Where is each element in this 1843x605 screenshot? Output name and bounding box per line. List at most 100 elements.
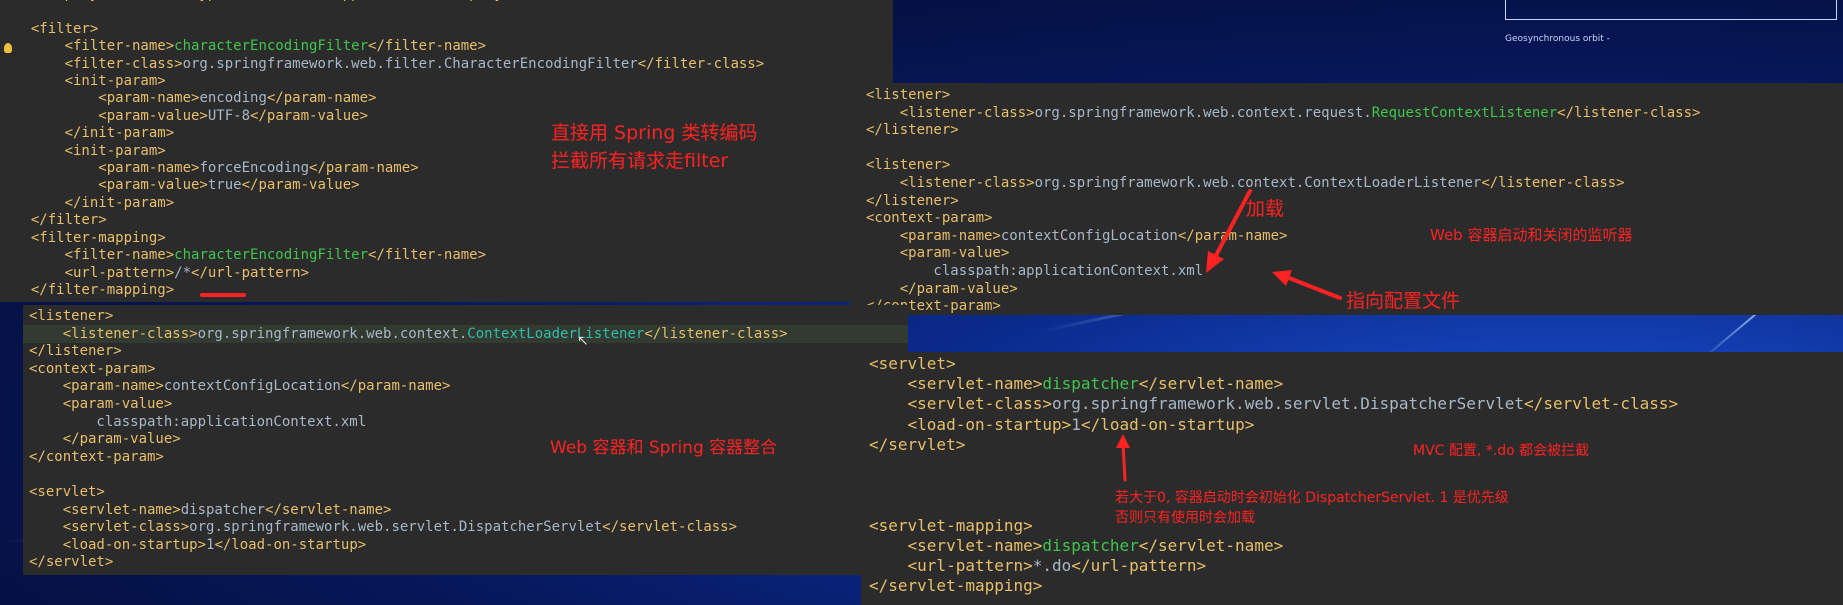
code-line[interactable] [29,466,788,484]
code-token: <param-value> [14,107,208,124]
code-token: </filter-name> [368,247,487,264]
code-line[interactable]: <load-on-startup>1</load-on-startup> [29,537,788,555]
code-line[interactable]: <servlet-name>dispatcher</servlet-name> [869,374,1678,394]
code-token: <servlet-class> [869,394,1053,414]
code-token: <param-value> [14,177,208,194]
editor-panel-filter: <display-name>Archetype Created Web Appl… [0,0,893,302]
code-token: <load-on-startup> [869,414,1072,434]
code-line[interactable]: <servlet> [869,354,1678,374]
code-token: </param-name> [340,378,451,395]
code-token: </servlet> [869,434,966,454]
code-line[interactable]: <listener> [866,157,1700,175]
code-token: classpath:applicationContext.xml [29,413,367,430]
code-token: <context-param> [866,210,993,227]
code-token: <param-name> [29,378,164,395]
code-token: <filter-mapping> [14,229,166,246]
code-line[interactable]: <servlet-name>dispatcher</servlet-name> [869,536,1678,556]
code-token: <filter> [14,20,99,37]
code-token: </servlet-name> [1138,535,1284,555]
code-line[interactable]: <listener-class>org.springframework.web.… [866,175,1700,193]
code-line[interactable]: <servlet-class>org.springframework.web.s… [29,519,788,537]
code-token: </load-on-startup> [214,536,367,553]
code-line[interactable] [14,3,764,20]
code-line[interactable]: <servlet-mapping> [869,516,1678,536]
code-token: </servlet-class> [1524,394,1679,414]
code-line[interactable]: <param-value> [29,396,788,414]
code-line[interactable]: </listener> [866,122,1700,140]
code-line[interactable] [866,140,1700,158]
code-token: <listener-class> [866,104,1035,121]
code-line[interactable]: <filter> [14,21,764,38]
code-token: </param-value> [29,431,181,448]
code-token: <servlet> [869,354,956,373]
code-line[interactable]: <load-on-startup>1</load-on-startup> [869,415,1678,435]
code-token: </listener-class> [1481,174,1625,191]
code-token: <listener> [866,157,951,174]
code-token: <param-name> [14,90,200,107]
code-line[interactable]: <param-value>true</param-value> [14,177,764,194]
code-token: contextConfigLocation [163,378,341,395]
code-token: <filter-name> [14,38,175,55]
code-token: classpath:applicationContext.xml [866,262,1204,279]
code-line[interactable]: <filter-class>org.springframework.web.fi… [14,56,765,73]
code-line[interactable]: <listener-class>org.springframework.web.… [866,104,1701,123]
code-line[interactable]: <init-param> [14,73,764,90]
code-line[interactable]: classpath:applicationContext.xml [29,414,788,432]
red-underline-mark [200,293,246,297]
code-token: *.do [1032,556,1072,576]
code-line[interactable]: <filter-name>characterEncodingFilter</fi… [14,247,764,264]
code-line[interactable]: <listener> [866,87,1700,105]
code-token: <servlet-class> [29,519,190,536]
code-token: <init-param> [14,142,166,159]
code-token: <param-name> [14,160,200,177]
code-token: <url-pattern> [14,264,175,281]
code-line[interactable]: </servlet> [29,554,788,572]
code-line[interactable]: <param-name>encoding</param-name> [14,90,764,107]
code-token: contextConfigLocation [1000,227,1178,244]
code-token: <param-name> [866,227,1001,244]
code-token: <filter-name> [14,247,175,264]
code-line[interactable]: <servlet-name>dispatcher</servlet-name> [29,502,788,520]
code-token: </init-param> [14,125,175,142]
code-line[interactable]: <context-param> [29,361,788,379]
code-line[interactable]: <url-pattern>*.do</url-pattern> [869,556,1678,576]
desktop-widget-frame [1505,0,1837,20]
code-line[interactable]: <url-pattern>/*</url-pattern> [14,265,764,282]
code-token: <param-value> [29,395,173,412]
editor-panel-listener: <listener> <listener-class>org.springfra… [850,83,1843,315]
code-line[interactable]: <listener> [29,308,788,326]
arrow-load-icon [1206,189,1252,273]
code-token: <servlet-name> [869,374,1043,394]
code-token: <listener> [866,87,951,103]
code-line[interactable]: <listener-class>org.springframework.web.… [29,326,788,344]
code-line[interactable]: </listener> [29,343,788,361]
code-token: <listener-class> [866,174,1035,191]
code-line[interactable]: <filter-mapping> [14,230,764,247]
code-token: /* [174,264,192,281]
code-token: </url-pattern> [191,264,310,281]
code-block-servlet: <servlet> <servlet-name>dispatcher</serv… [869,354,1678,596]
annotation-mvc: MVC 配置, *.do 都会被拦截 [1413,443,1590,459]
annotation-startup-1: 若大于0, 容器启动时会初始化 DispatcherServlet. 1 是优先… [1115,490,1509,506]
code-token: org.springframework.web.context. [197,325,468,342]
code-line[interactable]: <param-name>contextConfigLocation</param… [29,378,788,396]
code-line[interactable]: </servlet-mapping> [869,576,1678,596]
code-token: encoding [199,90,267,107]
code-line[interactable]: <servlet-class>org.springframework.web.s… [869,394,1679,414]
code-line[interactable]: </filter-mapping> [14,282,764,299]
code-token: </filter-mapping> [14,281,175,298]
code-token: <url-pattern> [869,556,1033,576]
code-line[interactable]: <param-value> [866,245,1700,263]
code-token: </param-value> [866,280,1018,297]
code-line[interactable]: <filter-name>characterEncodingFilter</fi… [14,38,764,55]
code-token: true [207,177,242,194]
lightbulb-icon[interactable] [4,43,12,53]
code-line[interactable]: </init-param> [14,195,764,212]
code-line[interactable]: <servlet> [29,484,788,502]
code-token: </listener> [866,122,959,139]
code-token: </param-value> [241,177,360,194]
code-token: org.springframework.web.context.request. [1034,104,1372,121]
annotation-startup-2: 否则只有使用时会加载 [1115,510,1255,526]
code-line[interactable]: </filter> [14,212,764,229]
code-token: </param-name> [309,160,419,177]
